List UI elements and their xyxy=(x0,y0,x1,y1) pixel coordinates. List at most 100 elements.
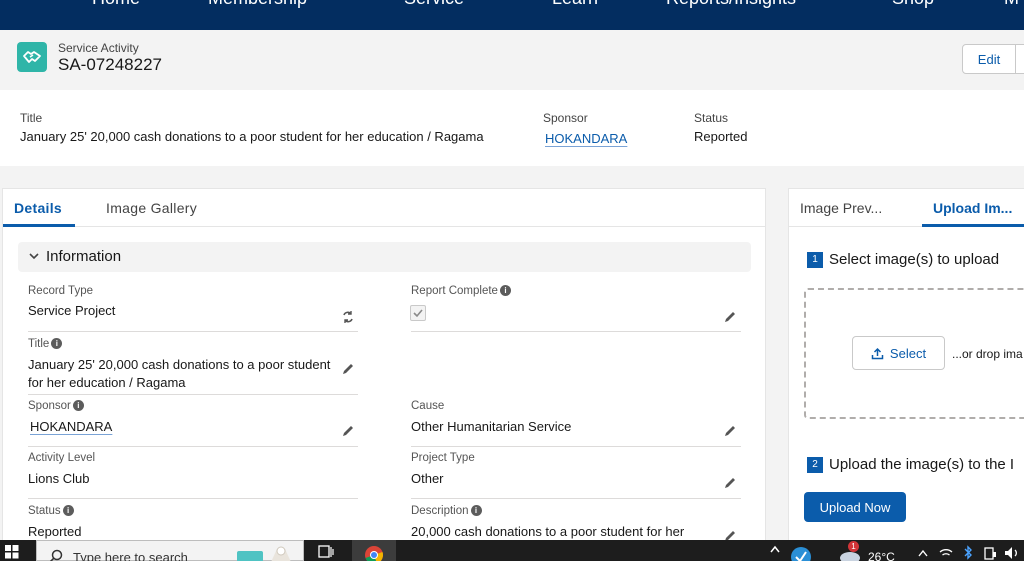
highlights-panel: Title January 25' 20,000 cash donations … xyxy=(0,90,1024,166)
details-card: Details Image Gallery Information Record… xyxy=(2,188,766,548)
search-icon xyxy=(49,549,63,561)
field-divider xyxy=(28,498,358,499)
more-actions-button[interactable] xyxy=(1015,44,1024,74)
title-label-text: Title xyxy=(28,338,50,350)
sponsor-label-text: Sponsor xyxy=(28,400,71,412)
highlight-sponsor-link[interactable]: HOKANDARA xyxy=(545,131,627,146)
field-value-status: Reported xyxy=(28,524,82,539)
record-tabs: Details Image Gallery xyxy=(3,189,765,227)
chrome-icon xyxy=(365,546,383,561)
field-label-title: Title i xyxy=(28,338,63,350)
field-value-record-type: Service Project xyxy=(28,303,116,318)
select-files-button[interactable]: Select xyxy=(852,336,945,370)
info-icon[interactable]: i xyxy=(51,338,63,349)
search-placeholder: Type here to search xyxy=(73,550,188,561)
field-label-cause: Cause xyxy=(411,400,445,412)
highlight-title-label: Title xyxy=(20,111,43,125)
chevron-up-icon[interactable] xyxy=(769,544,781,554)
highlight-status-value: Reported xyxy=(694,129,748,144)
info-icon[interactable]: i xyxy=(72,400,84,411)
nav-item-reports[interactable]: Reports/Insights xyxy=(666,0,796,9)
checkmark-icon xyxy=(413,309,423,318)
nav-item-more[interactable]: M xyxy=(1004,0,1019,9)
step-2-text: Upload the image(s) to the I xyxy=(829,456,1015,473)
weather-temperature: 26°C xyxy=(868,550,895,561)
field-divider xyxy=(28,446,358,447)
info-icon[interactable]: i xyxy=(499,285,511,296)
device-icon[interactable] xyxy=(983,546,997,560)
image-upload-card: Image Prev... Upload Im... 1 Select imag… xyxy=(788,188,1024,548)
upload-now-button[interactable]: Upload Now xyxy=(804,492,906,522)
wifi-icon[interactable] xyxy=(939,546,953,560)
edit-cause-pencil-icon[interactable] xyxy=(723,424,737,438)
section-title: Information xyxy=(46,248,122,265)
field-value-activity-level: Lions Club xyxy=(28,471,90,486)
highlight-sponsor-label: Sponsor xyxy=(543,111,588,125)
information-section-header[interactable]: Information xyxy=(18,242,751,272)
field-value-description: 20,000 cash donations to a poor student … xyxy=(411,524,685,539)
field-label-record-type: Record Type xyxy=(28,285,93,297)
edit-title-pencil-icon[interactable] xyxy=(341,362,355,376)
nav-item-home[interactable]: Home xyxy=(92,0,140,9)
windows-start-icon[interactable] xyxy=(5,545,19,559)
edit-sponsor-pencil-icon[interactable] xyxy=(341,424,355,438)
chevron-up-icon[interactable] xyxy=(917,548,929,558)
highlight-status-label: Status xyxy=(694,111,729,125)
field-label-activity-level: Activity Level xyxy=(28,452,96,464)
change-record-type-icon[interactable] xyxy=(341,310,355,324)
record-header: Service Activity SA-07248227 Edit xyxy=(0,30,1024,90)
field-value-project-type: Other xyxy=(411,471,444,486)
field-label-report-complete: Report Complete i xyxy=(411,285,511,297)
edit-report-complete-pencil-icon[interactable] xyxy=(723,310,737,324)
field-divider xyxy=(411,331,741,332)
nav-item-learn[interactable]: Learn xyxy=(552,0,598,9)
field-label-sponsor: Sponsor i xyxy=(28,400,84,412)
field-divider xyxy=(411,446,741,447)
tab-upload-images[interactable]: Upload Im... xyxy=(933,200,1012,216)
upload-icon xyxy=(871,347,884,359)
status-label-text: Status xyxy=(28,505,61,517)
step-1-badge: 1 xyxy=(807,252,823,268)
nav-item-service[interactable]: Service xyxy=(404,0,464,9)
windows-taskbar: Type here to search 1 26°C xyxy=(0,540,1024,561)
notification-count-badge: 1 xyxy=(848,541,859,552)
field-value-title-line1: January 25' 20,000 cash donations to a p… xyxy=(28,357,331,372)
field-divider xyxy=(28,331,358,332)
taskbar-search-input[interactable]: Type here to search xyxy=(36,540,304,561)
bluetooth-icon[interactable] xyxy=(962,545,974,561)
report-complete-label-text: Report Complete xyxy=(411,285,498,297)
description-label-text: Description xyxy=(411,505,469,517)
tab-details[interactable]: Details xyxy=(14,200,62,216)
chevron-down-icon xyxy=(28,250,40,265)
field-value-title-line2: for her education / Ragama xyxy=(28,375,186,390)
top-navigation-bar: Home Membership Service Learn Reports/In… xyxy=(0,0,1024,30)
edit-project-type-pencil-icon[interactable] xyxy=(723,476,737,490)
highlight-title-value: January 25' 20,000 cash donations to a p… xyxy=(20,129,484,144)
info-icon[interactable]: i xyxy=(62,505,74,516)
handshake-icon xyxy=(17,42,47,72)
tab-image-preview[interactable]: Image Prev... xyxy=(800,200,882,216)
step-2-badge: 2 xyxy=(807,457,823,473)
active-tab-indicator xyxy=(3,224,75,227)
speaker-icon[interactable] xyxy=(1004,546,1020,560)
field-value-sponsor-link[interactable]: HOKANDARA xyxy=(30,418,112,436)
report-complete-checkbox xyxy=(410,305,426,321)
info-icon[interactable]: i xyxy=(470,505,482,516)
field-divider xyxy=(28,394,358,395)
field-label-project-type: Project Type xyxy=(411,452,475,464)
select-button-label: Select xyxy=(889,345,927,361)
field-divider xyxy=(411,498,741,499)
weather-widget[interactable]: 1 xyxy=(838,541,862,561)
nav-item-membership[interactable]: Membership xyxy=(208,0,307,9)
task-view-icon[interactable] xyxy=(317,543,335,559)
search-highlight-icon xyxy=(237,546,291,561)
tab-image-gallery[interactable]: Image Gallery xyxy=(106,200,197,216)
edit-button[interactable]: Edit xyxy=(962,44,1016,74)
active-tab-indicator xyxy=(922,224,1024,227)
field-label-description: Description i xyxy=(411,505,482,517)
nav-item-shop[interactable]: Shop xyxy=(892,0,934,9)
app-tray-icon[interactable] xyxy=(790,546,812,561)
chrome-taskbar-item[interactable] xyxy=(352,540,396,561)
field-label-status: Status i xyxy=(28,505,74,517)
drop-files-text: ...or drop ima xyxy=(952,347,1023,361)
